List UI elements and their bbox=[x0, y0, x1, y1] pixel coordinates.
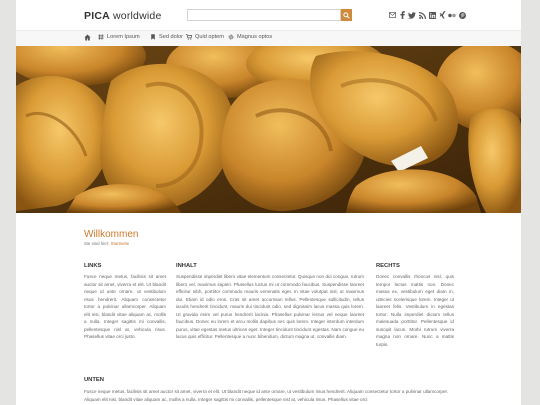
column-text-inhalt: Suspendisse imperdiet libero vitae eleme… bbox=[176, 274, 364, 339]
search-input[interactable] bbox=[187, 9, 341, 21]
column-heading-inhalt: INHALT bbox=[176, 263, 197, 269]
cart-icon bbox=[186, 34, 192, 40]
nav-item-home[interactable] bbox=[84, 34, 91, 41]
nav-item-quid-optem[interactable]: Quid optem bbox=[186, 34, 224, 40]
section-heading-unten: UNTEN bbox=[84, 377, 104, 383]
column-heading-rechts: RECHTS bbox=[376, 263, 400, 269]
rss-icon[interactable] bbox=[418, 11, 426, 19]
home-icon bbox=[84, 34, 91, 41]
pinterest-icon[interactable] bbox=[458, 11, 466, 19]
breadcrumb-link-home[interactable]: Startseite bbox=[111, 241, 130, 246]
section-text-unten: Fusce neque metus, facilisis sit amet au… bbox=[84, 389, 449, 402]
site-logo[interactable]: PICA worldwide bbox=[84, 10, 162, 22]
site-header: PICA worldwide bbox=[16, 0, 521, 30]
hash-icon bbox=[98, 34, 104, 40]
nav-item-magnus-optos[interactable]: Magnus optos bbox=[228, 34, 272, 40]
mail-icon[interactable] bbox=[388, 11, 396, 19]
xing-icon[interactable] bbox=[438, 11, 446, 19]
search-icon bbox=[343, 11, 350, 19]
search-form bbox=[187, 9, 352, 21]
gear-icon bbox=[228, 34, 234, 40]
breadcrumb: Sie sind hier: Startseite bbox=[84, 241, 130, 246]
twitter-icon[interactable] bbox=[408, 11, 416, 19]
bookmark-icon bbox=[151, 34, 155, 40]
nav-item-lorem-ipsum[interactable]: Lorem Ipsum bbox=[98, 34, 140, 40]
column-text-links: Fusce neque metus, facilisis sit amet au… bbox=[84, 274, 166, 339]
column-text-rechts: Donec convallis rhoncus nisl, quis tempo… bbox=[376, 274, 454, 347]
nav-item-sed-dolor[interactable]: Sed dolor bbox=[150, 34, 183, 40]
main-navigation: Lorem Ipsum Sed dolor Quid optem Magnus … bbox=[16, 30, 521, 46]
page: PICA worldwide Lorem Ipsum Sed dolor Qui… bbox=[16, 0, 521, 405]
social-links bbox=[388, 11, 466, 20]
column-heading-links: LINKS bbox=[84, 263, 102, 269]
hero-image bbox=[16, 46, 521, 213]
linkedin-icon[interactable] bbox=[428, 11, 436, 19]
page-title: Willkommen bbox=[84, 229, 139, 240]
flickr-icon[interactable] bbox=[448, 11, 456, 19]
search-button[interactable] bbox=[341, 9, 352, 21]
facebook-icon[interactable] bbox=[398, 11, 406, 19]
